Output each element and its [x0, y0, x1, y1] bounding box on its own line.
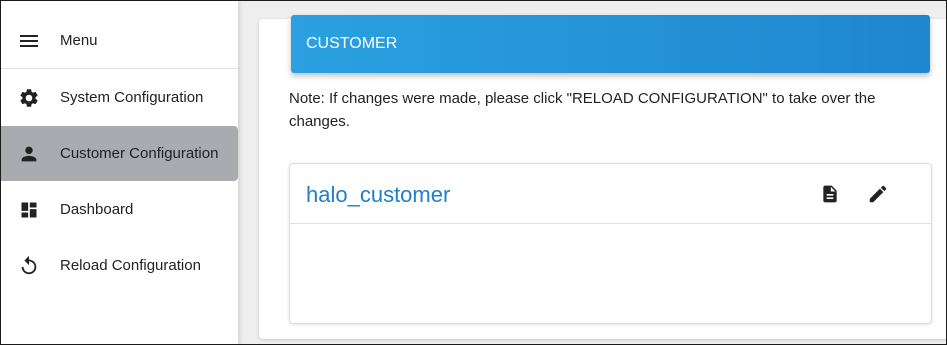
main-content: CUSTOMER Note: If changes were made, ple…: [238, 1, 946, 344]
sidebar-menu-label: Menu: [60, 32, 98, 49]
sidebar-item-system-configuration[interactable]: System Configuration: [1, 70, 238, 125]
sidebar-menu-toggle[interactable]: Menu: [1, 13, 238, 69]
sidebar-item-customer-configuration[interactable]: Customer Configuration: [1, 126, 238, 181]
edit-pencil-icon[interactable]: [866, 182, 890, 206]
page-header: CUSTOMER: [291, 15, 930, 73]
sidebar-item-dashboard[interactable]: Dashboard: [1, 182, 238, 237]
customer-card: halo_customer: [289, 163, 932, 324]
menu-icon: [17, 29, 41, 53]
sidebar-item-label: Reload Configuration: [60, 257, 201, 274]
sidebar-item-label: System Configuration: [60, 89, 204, 106]
customer-name[interactable]: halo_customer: [306, 182, 450, 208]
sidebar-item-reload-configuration[interactable]: Reload Configuration: [1, 238, 238, 293]
reload-note: Note: If changes were made, please click…: [289, 90, 876, 130]
app-window: Menu System Configuration Customer Confi…: [0, 0, 947, 345]
sidebar-item-label: Customer Configuration: [60, 145, 219, 162]
page-title: CUSTOMER: [306, 35, 398, 52]
document-icon[interactable]: [818, 182, 842, 206]
customer-card-header: halo_customer: [290, 164, 931, 224]
dashboard-icon: [17, 198, 41, 222]
reload-icon: [17, 254, 41, 278]
sidebar-item-label: Dashboard: [60, 201, 134, 218]
sidebar: Menu System Configuration Customer Confi…: [1, 1, 238, 344]
person-icon: [17, 142, 41, 166]
gear-icon: [17, 86, 41, 110]
